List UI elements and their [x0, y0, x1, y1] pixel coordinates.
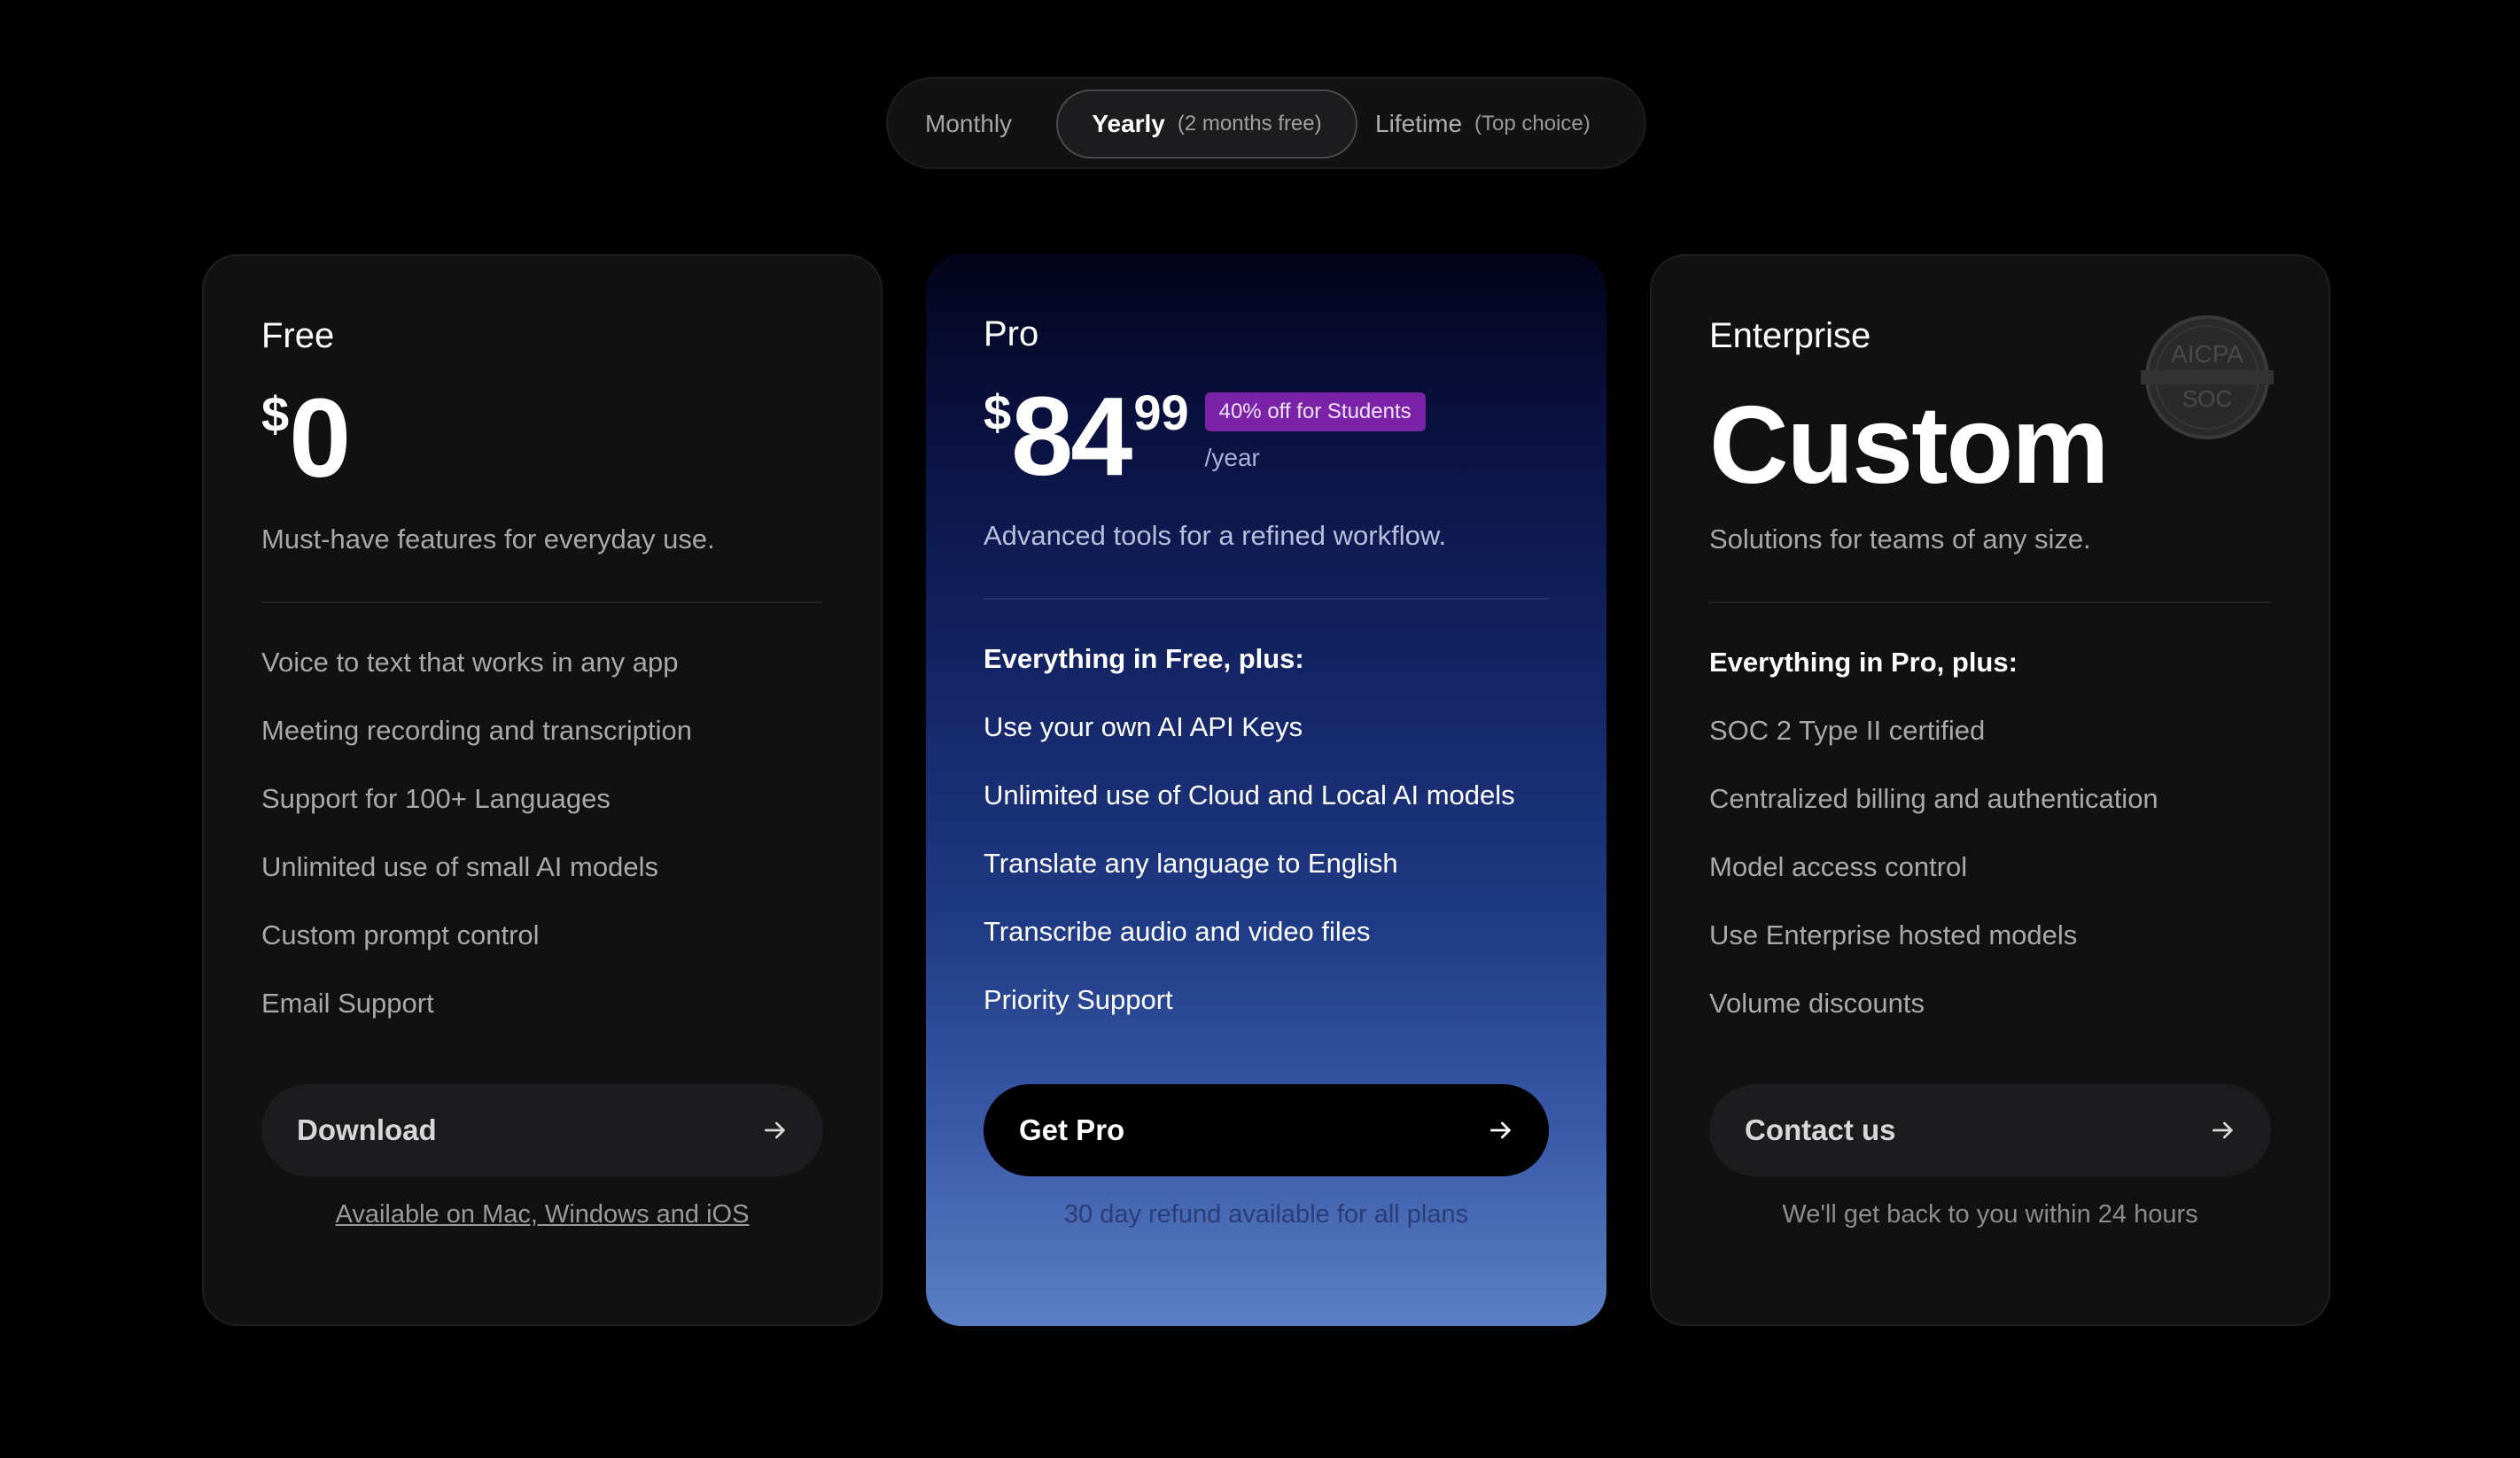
feature-item: SOC 2 Type II certified: [1709, 715, 1986, 746]
divider: [1709, 601, 2271, 603]
plan-description: Advanced tools for a refined workflow.: [984, 520, 1447, 551]
feature-list: Everything in Pro, plus: SOC 2 Type II c…: [1709, 646, 2271, 1055]
price-period: /year: [1204, 444, 1260, 471]
plan-description: Solutions for teams of any size.: [1709, 523, 2091, 555]
plan-price: $ 0: [261, 376, 351, 500]
price-amount: 0: [289, 376, 351, 500]
feature-item: Translate any language to English: [984, 848, 1398, 879]
feature-item: Volume discounts: [1709, 988, 1925, 1019]
plan-card-free: Free $ 0 Must-have features for everyday…: [202, 254, 883, 1326]
toggle-option-label: Monthly: [925, 110, 1013, 137]
feature-item: Use Enterprise hosted models: [1709, 919, 2078, 950]
plan-name: Pro: [984, 314, 1039, 353]
price-currency: $: [984, 384, 1012, 440]
toggle-option-label: Lifetime: [1375, 110, 1463, 137]
feature-item: Custom prompt control: [261, 919, 540, 950]
feature-item: Meeting recording and transcription: [261, 715, 692, 746]
feature-list: Voice to text that works in any app Meet…: [261, 646, 823, 1055]
button-label: Download: [297, 1113, 437, 1146]
toggle-option-note: (2 months free): [1177, 112, 1322, 136]
feature-item: Voice to text that works in any app: [261, 647, 679, 678]
toggle-option-label: Yearly: [1092, 110, 1165, 137]
button-label: Contact us: [1745, 1113, 1896, 1146]
toggle-option-yearly[interactable]: Yearly (2 months free): [1056, 89, 1357, 159]
response-time-note: We'll get back to you within 24 hours: [1782, 1200, 2198, 1229]
feature-item: Use your own AI API Keys: [984, 711, 1303, 742]
plan-price: Custom: [1709, 384, 2110, 507]
price-currency: $: [261, 386, 290, 442]
feature-item: Model access control: [1709, 851, 1968, 882]
feature-list-lead: Everything in Free, plus:: [984, 643, 1304, 674]
student-discount-badge: 40% off for Students: [1204, 392, 1426, 431]
download-button[interactable]: Download: [261, 1084, 823, 1176]
plan-name: Free: [261, 316, 335, 355]
get-pro-button[interactable]: Get Pro: [984, 1084, 1549, 1176]
button-label: Get Pro: [1019, 1113, 1125, 1146]
plan-card-pro: Pro $ 84 99 40% off for Students /year A…: [926, 254, 1606, 1326]
toggle-option-note: (Top choice): [1474, 112, 1591, 136]
arrow-right-icon: [1490, 1121, 1511, 1139]
feature-item: Support for 100+ Languages: [261, 783, 611, 814]
toggle-option-lifetime[interactable]: Lifetime (Top choice): [1375, 89, 1591, 159]
price-amount: 84: [1011, 374, 1132, 499]
plan-price: $ 84 99 40% off for Students /year: [984, 381, 1426, 492]
arrow-right-icon: [765, 1121, 785, 1139]
plan-card-content: Pro $ 84 99 40% off for Students /year A…: [984, 254, 1549, 1326]
platform-availability-link[interactable]: Available on Mac, Windows and iOS: [336, 1200, 750, 1229]
price-side-info: 40% off for Students /year: [1204, 392, 1426, 472]
toggle-option-monthly[interactable]: Monthly: [925, 89, 1012, 159]
plan-card-content: Enterprise Custom Solutions for teams of…: [1709, 256, 2271, 1324]
feature-item: Centralized billing and authentication: [1709, 783, 2158, 814]
arrow-right-icon: [2213, 1121, 2233, 1139]
plan-description: Must-have features for everyday use.: [261, 523, 715, 555]
feature-list-lead: Everything in Pro, plus:: [1709, 647, 2018, 678]
platform-availability: Available on Mac, Windows and iOS: [261, 1200, 823, 1229]
price-cents: 99: [1133, 384, 1189, 440]
contact-us-button[interactable]: Contact us: [1709, 1084, 2271, 1176]
feature-list: Everything in Free, plus: Use your own A…: [984, 642, 1549, 1051]
feature-item: Unlimited use of small AI models: [261, 851, 658, 882]
plan-card-content: Free $ 0 Must-have features for everyday…: [261, 256, 823, 1324]
plan-card-enterprise: AICPA SOC Enterprise Custom Solutions fo…: [1650, 254, 2330, 1326]
feature-item: Priority Support: [984, 984, 1173, 1015]
feature-item: Unlimited use of Cloud and Local AI mode…: [984, 779, 1515, 810]
feature-item: Email Support: [261, 988, 434, 1019]
divider: [984, 598, 1549, 600]
feature-item: Transcribe audio and video files: [984, 916, 1371, 947]
billing-period-toggle: Monthly Yearly (2 months free) Lifetime …: [886, 77, 1646, 169]
refund-note: 30 day refund available for all plans: [1063, 1200, 1469, 1229]
divider: [261, 601, 823, 603]
plan-name: Enterprise: [1709, 316, 1871, 355]
